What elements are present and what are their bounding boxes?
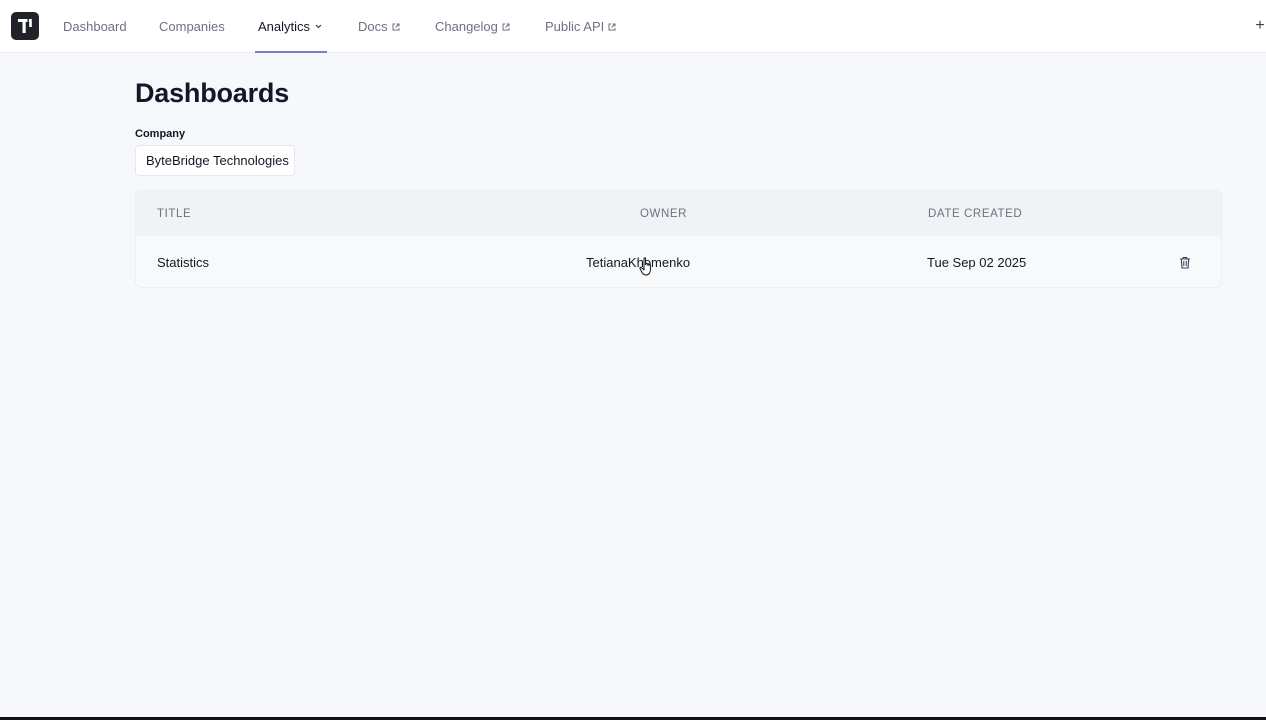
- nav-item-companies[interactable]: Companies: [159, 0, 225, 53]
- delete-trash-icon[interactable]: [1178, 255, 1192, 269]
- active-tab-indicator: [255, 51, 327, 53]
- nav-item-label: Changelog: [435, 19, 498, 34]
- table-row[interactable]: Statistics TetianaKhomenko Tue Sep 02 20…: [136, 236, 1221, 287]
- external-link-icon: [392, 23, 400, 31]
- nav-item-dashboard[interactable]: Dashboard: [63, 0, 127, 53]
- table-header: TITLE OWNER DATE CREATED: [136, 191, 1221, 236]
- column-header-title[interactable]: TITLE: [157, 191, 191, 236]
- app-logo-icon[interactable]: [11, 12, 39, 40]
- row-date-created: Tue Sep 02 2025: [927, 254, 1027, 270]
- row-owner: TetianaKhomenko: [586, 254, 691, 270]
- nav-item-label: Dashboard: [63, 19, 127, 34]
- nav-item-docs[interactable]: Docs: [358, 0, 400, 53]
- page-title: Dashboards: [135, 78, 290, 108]
- top-nav-bar: Dashboard Companies Analytics Docs Chang…: [0, 0, 1266, 53]
- row-title[interactable]: Statistics: [157, 236, 209, 287]
- company-field-label: Company: [135, 128, 186, 140]
- column-header-date-created[interactable]: DATE CREATED: [928, 191, 1022, 236]
- nav-item-label: Public API: [545, 19, 605, 34]
- company-select[interactable]: ByteBridge Technologies: [135, 145, 295, 176]
- add-button[interactable]: +: [1253, 17, 1266, 34]
- chevron-down-icon: [315, 24, 322, 29]
- nav-item-label: Companies: [159, 19, 225, 34]
- nav-item-changelog[interactable]: Changelog: [435, 0, 510, 53]
- external-link-icon: [502, 23, 510, 31]
- nav-item-label: Docs: [358, 19, 388, 34]
- nav-item-analytics[interactable]: Analytics: [258, 0, 322, 53]
- column-header-owner[interactable]: OWNER: [640, 191, 687, 236]
- external-link-icon: [608, 23, 616, 31]
- nav-item-public-api[interactable]: Public API: [545, 0, 616, 53]
- dashboards-table: TITLE OWNER DATE CREATED Statistics Teti…: [135, 190, 1222, 288]
- nav-item-label: Analytics: [258, 19, 311, 34]
